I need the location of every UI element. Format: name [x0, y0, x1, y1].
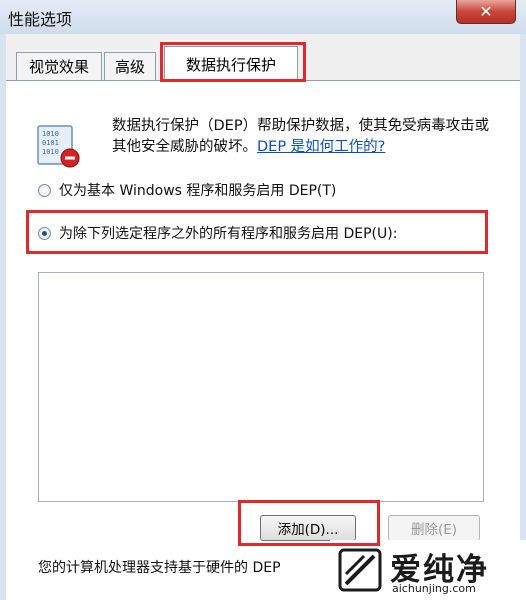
radio-all-except-label: 为除下列选定程序之外的所有程序和服务启用 DEP(U): — [59, 226, 398, 242]
title-bar: 性能选项 — [0, 0, 526, 34]
program-exception-list[interactable] — [38, 272, 484, 502]
tab-advanced[interactable]: 高级 — [104, 52, 156, 80]
tab-label: 视觉效果 — [28, 58, 89, 76]
add-button-label: 添加(D)... — [277, 522, 339, 538]
dep-shield-binary-icon: 1010 0101 1010 — [34, 124, 84, 170]
close-icon: ✕ — [479, 2, 493, 21]
tab-label: 数据执行保护 — [185, 55, 276, 74]
remove-button-label: 删除(E) — [410, 522, 458, 538]
tab-label: 高级 — [114, 58, 145, 76]
dep-description: 数据执行保护（DEP）帮助保护数据，使其免受病毒攻击或其他安全威胁的破坏。DEP… — [112, 116, 492, 158]
svg-text:0101: 0101 — [42, 139, 59, 147]
window-title: 性能选项 — [8, 10, 73, 29]
radio-circle-checked[interactable] — [38, 226, 51, 240]
tab-data-execution-prevention[interactable]: 数据执行保护 — [164, 46, 298, 81]
svg-text:1010: 1010 — [42, 148, 59, 156]
add-button[interactable]: 添加(D)... — [260, 515, 356, 541]
radio-all-except[interactable]: 为除下列选定程序之外的所有程序和服务启用 DEP(U): — [38, 223, 397, 243]
tab-visual-effects[interactable]: 视觉效果 — [16, 52, 102, 80]
svg-text:1010: 1010 — [42, 130, 59, 138]
watermark-logo-icon — [338, 548, 382, 592]
hardware-dep-status: 您的计算机处理器支持基于硬件的 DEP — [38, 560, 281, 576]
site-watermark: 爱纯净 aichunjing.com — [330, 540, 526, 600]
radio-essential-only[interactable]: 仅为基本 Windows 程序和服务启用 DEP(T) — [38, 180, 336, 200]
radio-circle[interactable] — [38, 183, 51, 197]
remove-button[interactable]: 删除(E) — [388, 515, 480, 541]
close-button[interactable]: ✕ — [456, 0, 516, 24]
radio-essential-only-label: 仅为基本 Windows 程序和服务启用 DEP(T) — [59, 183, 337, 199]
watermark-url: aichunjing.com — [392, 582, 476, 595]
dep-help-link[interactable]: DEP 是如何工作的? — [257, 139, 385, 155]
